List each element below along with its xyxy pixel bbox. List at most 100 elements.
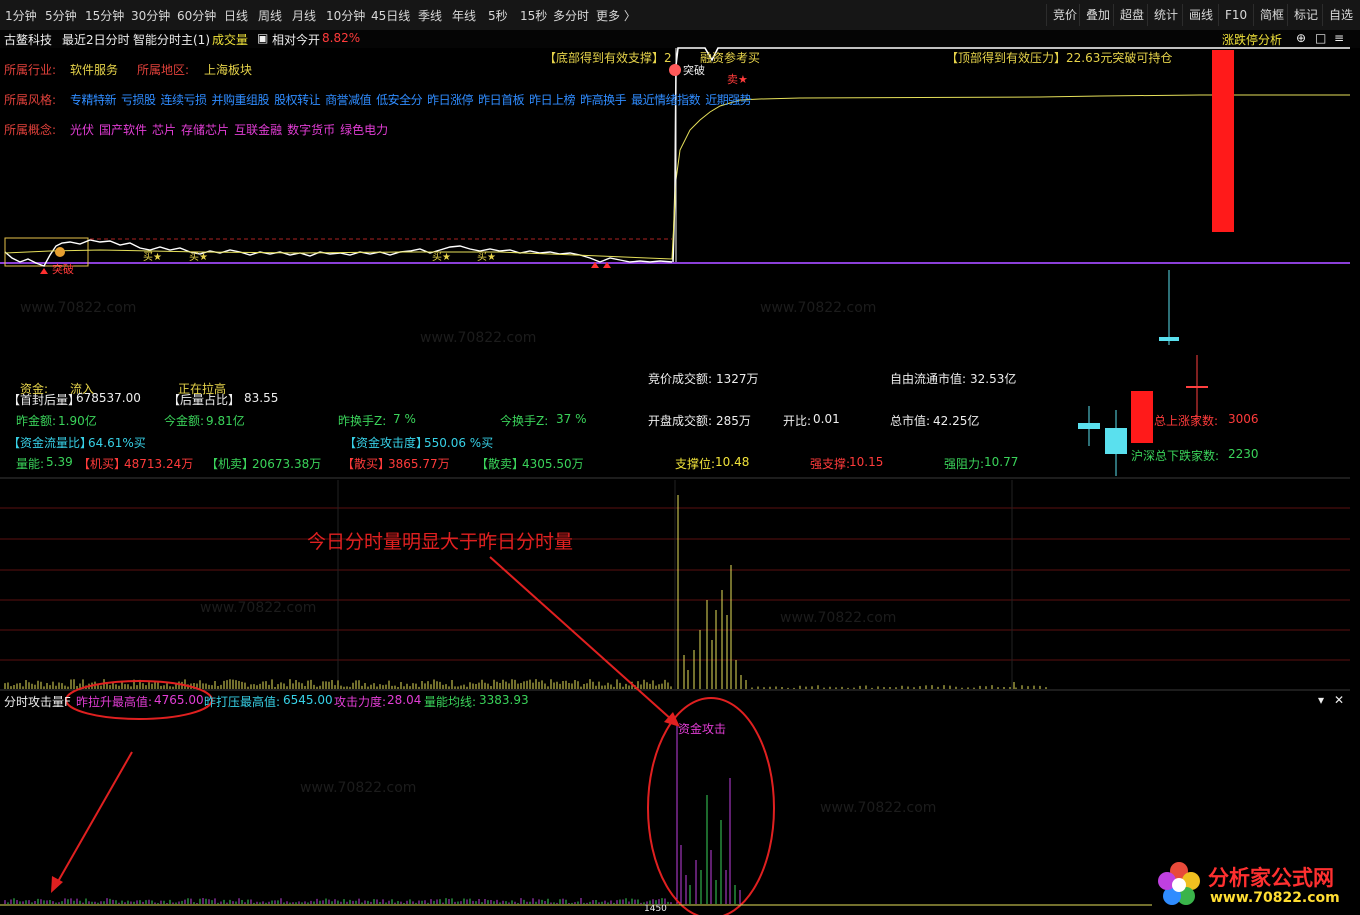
brand-name: 分析家公式网 — [1208, 866, 1334, 890]
first-seal-label: 【首封后量】 — [8, 393, 81, 407]
avg-label: 量能均线: — [424, 695, 477, 709]
style-tag[interactable]: 最近情绪指数 — [631, 93, 701, 107]
concept-tag[interactable]: 光伏 — [70, 123, 94, 137]
concept-tag[interactable]: 数字货币 — [287, 123, 335, 137]
mini-candles — [1078, 270, 1208, 476]
region-value: 上海板块 — [204, 63, 253, 77]
axis-partial-label: 1450 — [644, 904, 667, 914]
chevron-down-icon[interactable]: ▾ — [1318, 693, 1324, 707]
yest-amount-label: 昨金额: — [16, 414, 57, 428]
brand-url: www.70822.com — [1210, 890, 1340, 906]
watermark-url: www.70822.com — [820, 800, 937, 816]
style-label: 所属风格: — [4, 93, 57, 107]
first-seal-value: 678537.00 — [76, 391, 141, 405]
inst-sell-value: 20673.38万 — [252, 457, 322, 471]
concept-tag[interactable]: 存储芯片 — [181, 123, 229, 137]
retail-buy-label: 【散买】 — [342, 457, 391, 471]
avg-value: 3383.93 — [479, 693, 529, 707]
break-tag-yesterday: 突破 — [52, 263, 74, 276]
float-cap-value: 32.53亿 — [970, 372, 1017, 386]
up-count-value: 3006 — [1228, 412, 1259, 426]
price-line-today — [672, 47, 1350, 263]
strong-support-label: 强支撑: — [810, 457, 851, 471]
avg-line — [4, 94, 1350, 260]
bid-amount-label: 竞价成交额: — [648, 372, 713, 386]
retail-buy-value: 3865.77万 — [388, 457, 450, 471]
pull-high-value: 4765.00 — [154, 693, 204, 707]
flower-logo-icon — [1158, 862, 1200, 905]
force-label: 攻击力度: — [334, 695, 387, 709]
total-cap-value: 42.25亿 — [933, 414, 980, 428]
style-tag[interactable]: 亏损股 — [121, 93, 156, 107]
float-cap-label: 自由流通市值: — [890, 372, 967, 386]
volume-grid — [0, 480, 1350, 690]
attack-degree-value: 550.06 %买 — [424, 436, 494, 450]
today-turnover-label: 今换手Z: — [500, 414, 549, 428]
concept-list: 光伏 国产软件 芯片 存储芯片 互联金融 数字货币 绿色电力 — [70, 121, 393, 138]
buy-star-tag: 买★ — [189, 252, 208, 263]
brand-logo: 分析家公式网 www.70822.com — [1152, 858, 1350, 910]
today-amount-value: 9.81亿 — [206, 414, 245, 428]
open-amount-value: 285万 — [716, 414, 751, 428]
buy-star-tag: 买★ — [432, 252, 451, 263]
support-value: 10.48 — [715, 455, 750, 469]
limit-up-bar — [1212, 50, 1234, 232]
force-value: 28.04 — [387, 693, 422, 707]
up-count-label: 总上涨家数: — [1154, 414, 1219, 428]
attack-degree-label: 【资金攻击度】 — [344, 436, 429, 450]
flow-ratio-value: 64.61%买 — [88, 436, 146, 450]
strong-resist-label: 强阻力: — [944, 457, 985, 471]
press-high-label: 昨打压最高值: — [204, 695, 281, 709]
after-ratio-label: 【后量占比】 — [168, 393, 241, 407]
concept-tag[interactable]: 互联金融 — [234, 123, 282, 137]
style-tag[interactable]: 昨日上榜 — [529, 93, 576, 107]
yest-turnover-label: 昨换手Z: — [338, 414, 387, 428]
style-tag[interactable]: 近期强势 — [705, 93, 752, 107]
retail-sell-value: 4305.50万 — [522, 457, 584, 471]
today-amount-label: 今金额: — [164, 414, 205, 428]
inst-buy-value: 48713.24万 — [124, 457, 194, 471]
annotation-arrow-left — [55, 751, 133, 886]
top-pressure-label: 【顶部得到有效压力】22.63元突破可持仓 — [946, 51, 1173, 65]
style-tag[interactable]: 股权转让 — [274, 93, 321, 107]
watermark-url: www.70822.com — [760, 300, 877, 316]
vol-energy-label: 量能: — [16, 457, 45, 471]
watermark-url: www.70822.com — [300, 780, 417, 796]
after-ratio-value: 83.55 — [244, 391, 279, 405]
bid-amount-value: 1327万 — [716, 372, 759, 386]
attack-panel-title[interactable]: 分时攻击量F — [4, 693, 71, 710]
style-tag[interactable]: 昨日首板 — [478, 93, 525, 107]
watermark-url: www.70822.com — [20, 300, 137, 316]
open-ratio-label: 开比: — [783, 414, 812, 428]
bottom-support-label: 【底部得到有效支撑】2 — [544, 51, 672, 65]
watermark-url: www.70822.com — [780, 610, 897, 626]
annotation-note: 今日分时量明显大于昨日分时量 — [307, 531, 574, 553]
pull-high-label: 昨拉升最高值: — [76, 695, 153, 709]
watermark-url: www.70822.com — [420, 330, 537, 346]
flow-ratio-label: 【资金流量比】 — [8, 436, 93, 450]
style-tag[interactable]: 昨日涨停 — [427, 93, 474, 107]
concept-tag[interactable]: 国产软件 — [99, 123, 147, 137]
open-amount-label: 开盘成交额: — [648, 414, 713, 428]
region-label: 所属地区: — [137, 63, 190, 77]
style-list: 专精特新 亏损股 连续亏损 并购重组股 股权转让 商誉减值 低安全分 昨日涨停 昨日首板 昨日上榜… — [70, 91, 756, 108]
style-tag[interactable]: 专精特新 — [70, 93, 117, 107]
buy-coin-icon — [55, 247, 65, 257]
concept-label: 所属概念: — [4, 123, 57, 137]
close-icon[interactable]: ✕ — [1334, 693, 1344, 707]
concept-tag[interactable]: 芯片 — [152, 123, 176, 137]
style-tag[interactable]: 并购重组股 — [212, 93, 270, 107]
vol-energy-value: 5.39 — [46, 455, 73, 469]
industry-value: 软件服务 — [70, 63, 119, 77]
style-tag[interactable]: 连续亏损 — [161, 93, 208, 107]
yest-turnover-value: 7 % — [393, 412, 416, 426]
inst-buy-label: 【机买】 — [78, 457, 127, 471]
buy-reference-label: 融资参考买 — [700, 51, 761, 65]
style-tag[interactable]: 低安全分 — [376, 93, 423, 107]
strong-resist-value: 10.77 — [984, 455, 1019, 469]
down-count-value: 2230 — [1228, 447, 1259, 461]
sell-star-tag: 卖★ — [727, 73, 748, 86]
style-tag[interactable]: 商誉减值 — [325, 93, 372, 107]
style-tag[interactable]: 昨高换手 — [580, 93, 627, 107]
concept-tag[interactable]: 绿色电力 — [340, 123, 388, 137]
